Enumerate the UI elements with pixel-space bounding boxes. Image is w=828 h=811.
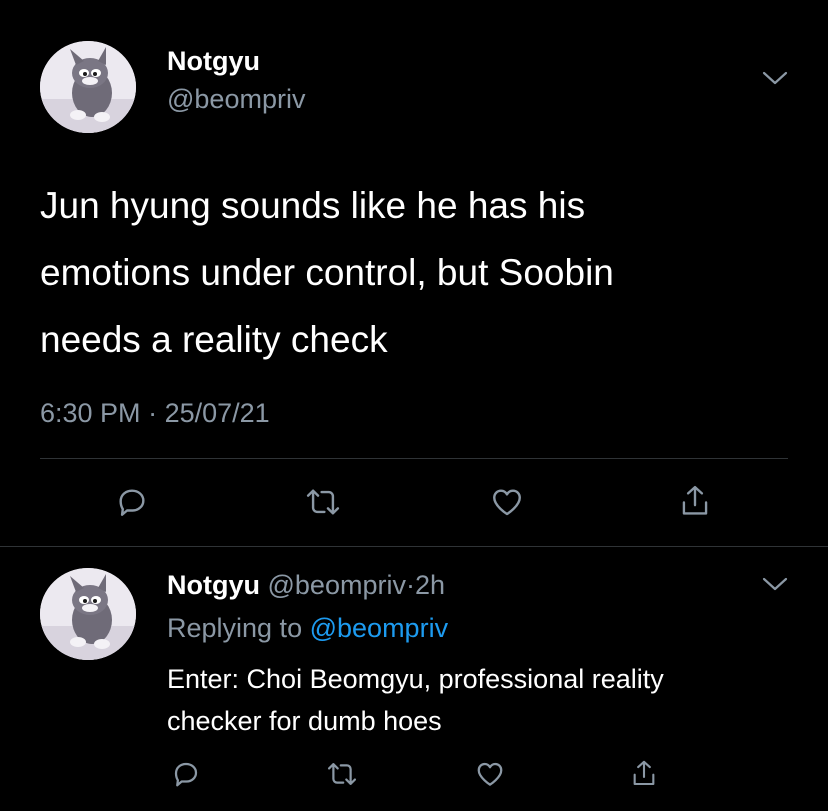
share-icon xyxy=(682,485,708,515)
retweet-button[interactable] xyxy=(322,756,362,792)
like-button[interactable] xyxy=(470,756,510,792)
share-icon xyxy=(633,760,655,785)
replying-to-handle[interactable]: @beompriv xyxy=(310,613,448,643)
cat-avatar-icon xyxy=(40,568,136,660)
chevron-down-icon[interactable] xyxy=(762,70,788,86)
main-avatar[interactable] xyxy=(40,41,136,133)
tweet-text-line: Jun hyung sounds like he has his xyxy=(40,185,586,226)
retweet-icon xyxy=(327,763,357,785)
reply-icon xyxy=(174,762,198,787)
like-button[interactable] xyxy=(487,482,527,522)
replying-to-label: Replying to xyxy=(167,613,303,643)
reply-age[interactable]: 2h xyxy=(415,570,445,600)
reply-handle[interactable]: @beompriv xyxy=(268,570,406,600)
main-handle[interactable]: @beompriv xyxy=(167,83,305,115)
tweet-date: 25/07/21 xyxy=(164,398,270,428)
reply-button[interactable] xyxy=(112,482,152,522)
like-icon xyxy=(477,762,503,786)
cat-avatar-icon xyxy=(40,41,136,133)
tweet-text-line: emotions under control, but Soobin xyxy=(40,252,614,293)
retweet-button[interactable] xyxy=(301,482,345,522)
reply-icon xyxy=(119,489,145,516)
main-display-name[interactable]: Notgyu xyxy=(167,45,260,77)
timestamp-divider xyxy=(40,458,788,459)
reply-button[interactable] xyxy=(166,756,206,792)
reply-avatar[interactable] xyxy=(40,568,136,660)
reply-display-name[interactable]: Notgyu xyxy=(167,570,260,600)
share-button[interactable] xyxy=(624,754,664,792)
like-icon xyxy=(493,489,521,516)
retweet-icon xyxy=(306,489,340,515)
tweet-time: 6:30 PM xyxy=(40,398,141,428)
tweet-text-line: Enter: Choi Beomgyu, professional realit… xyxy=(167,664,664,694)
share-button[interactable] xyxy=(675,480,715,522)
tweet-divider xyxy=(0,546,828,547)
replying-to: Replying to @beompriv xyxy=(167,612,448,644)
reply-tweet-text: Enter: Choi Beomgyu, professional realit… xyxy=(167,658,664,742)
tweet-timestamp[interactable]: 6:30 PM · 25/07/21 xyxy=(40,397,270,429)
reply-header: Notgyu @beompriv·2h xyxy=(167,569,445,601)
tweet-text-line: needs a reality check xyxy=(40,319,388,360)
timestamp-separator: · xyxy=(148,398,158,428)
tweet-text-line: checker for dumb hoes xyxy=(167,706,442,736)
main-tweet-text: Jun hyung sounds like he has his emotion… xyxy=(40,172,614,373)
chevron-down-icon[interactable] xyxy=(762,576,788,592)
reply-separator: · xyxy=(405,570,415,600)
